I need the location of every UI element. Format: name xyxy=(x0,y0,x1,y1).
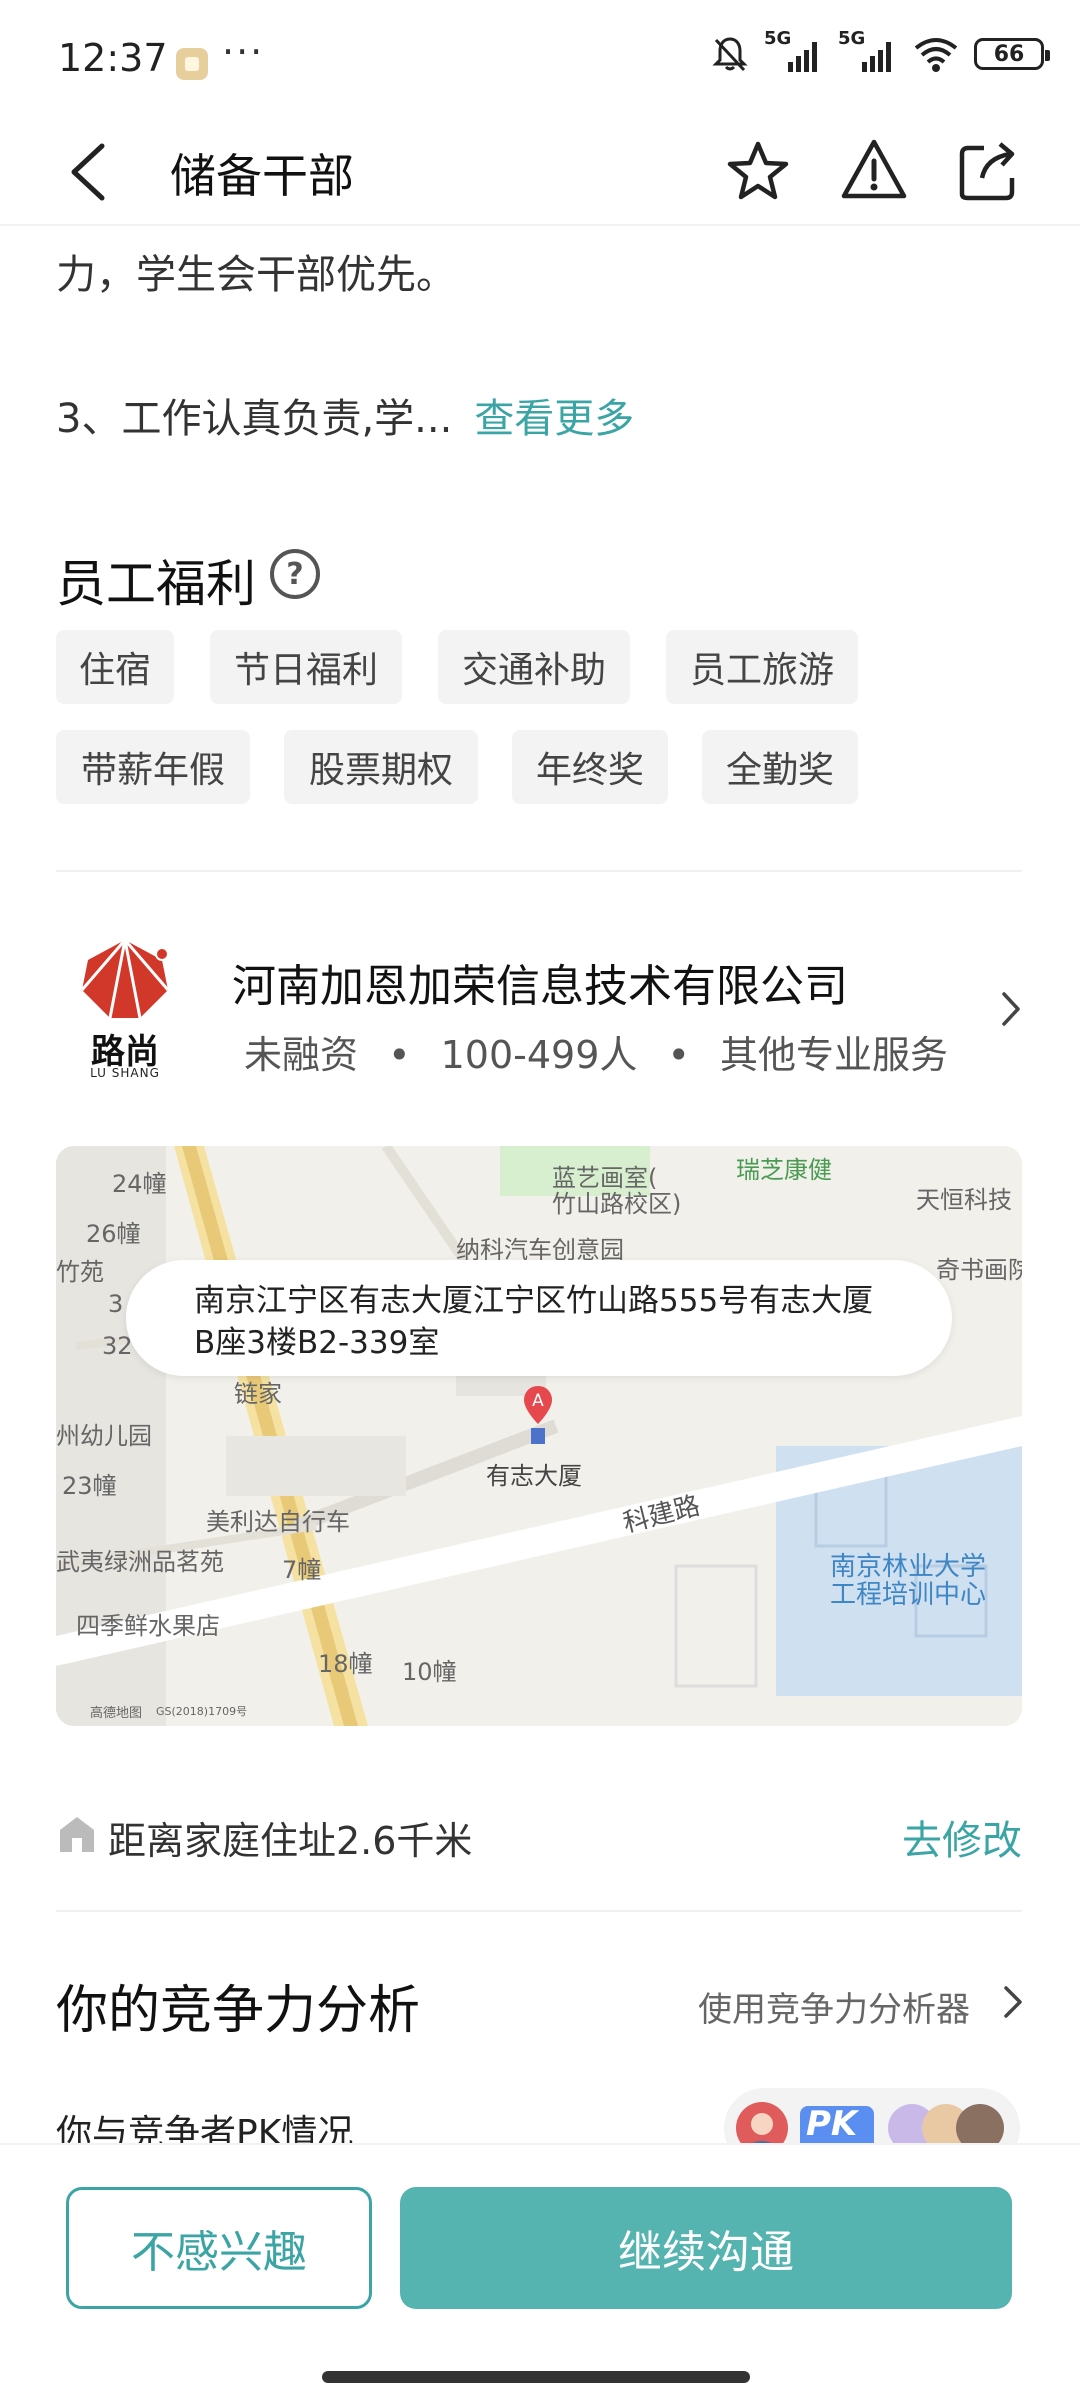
help-icon[interactable]: ? xyxy=(270,549,320,599)
company-card[interactable]: 路尚 LU SHANG 河南加恩加荣信息技术有限公司 未融资 • 100-499… xyxy=(0,920,1080,1100)
meta-separator: • xyxy=(667,1033,690,1077)
status-more: ··· xyxy=(222,30,265,74)
status-icons: 5G 5G 66 xyxy=(710,28,1050,74)
company-industry: 其他专业服务 xyxy=(720,1033,949,1077)
company-funding: 未融资 xyxy=(244,1033,359,1077)
location-map[interactable]: 24幢 26幢 蓝艺画室( 竹山路校区) 瑞芝康健 天恒科技 纳科汽车创意园 竹… xyxy=(56,1146,1022,1726)
map-label: 瑞芝康健 xyxy=(736,1156,832,1184)
benefit-tag: 带薪年假 xyxy=(56,730,250,804)
benefit-tag: 交通补助 xyxy=(438,630,630,704)
job-description-text: 3、工作认真负责,学... xyxy=(56,396,453,442)
job-description-truncated: 3、工作认真负责,学... 查看更多 xyxy=(56,386,634,444)
home-distance: 距离家庭住址2.6千米 去修改 xyxy=(56,1804,1022,1864)
map-label: 23幢 xyxy=(62,1472,117,1500)
meta-separator: • xyxy=(388,1033,411,1077)
map-label: 10幢 xyxy=(402,1658,457,1686)
home-icon xyxy=(60,1817,94,1852)
edit-home-address-link[interactable]: 去修改 xyxy=(902,1808,1022,1866)
job-detail-content[interactable]: 力，学生会干部优先。 3、工作认真负责,学... 查看更多 员工福利 ? 住宿 节… xyxy=(0,228,1080,2143)
map-label: 24幢 xyxy=(112,1170,167,1198)
home-indicator[interactable] xyxy=(322,2371,750,2383)
company-size: 100-499人 xyxy=(440,1033,638,1077)
battery-level: 66 xyxy=(993,41,1025,67)
status-time: 12:37 xyxy=(58,36,168,80)
map-label: 3 xyxy=(108,1290,124,1318)
company-logo-subtext: LU SHANG xyxy=(90,1066,160,1080)
map-pin-letter: A xyxy=(532,1391,544,1411)
signal-icon: 5G xyxy=(764,28,824,74)
benefits-title: 员工福利 xyxy=(56,555,256,613)
benefit-tag: 全勤奖 xyxy=(702,730,858,804)
map-label: 天恒科技 xyxy=(916,1186,1012,1214)
signal-icon-2: 5G xyxy=(838,28,898,74)
map-label: 7幢 xyxy=(282,1556,322,1584)
competition-analyzer-link[interactable]: 使用竞争力分析器 xyxy=(698,1982,970,2031)
company-name: 河南加恩加荣信息技术有限公司 xyxy=(232,961,848,1012)
battery-icon: 66 xyxy=(974,38,1050,70)
home-distance-text: 距离家庭住址2.6千米 xyxy=(108,1819,473,1863)
competitor-avatars xyxy=(736,2102,1004,2143)
chevron-right-icon[interactable] xyxy=(1000,1980,1026,2024)
pk-label: PK xyxy=(806,2104,858,2143)
map-label: 链家 xyxy=(234,1380,282,1408)
map-label: 四季鲜水果店 xyxy=(76,1612,220,1640)
divider xyxy=(56,870,1022,872)
map-label: 州幼儿园 xyxy=(56,1422,152,1450)
divider xyxy=(56,1910,1022,1912)
back-icon[interactable] xyxy=(60,132,120,212)
star-icon[interactable] xyxy=(718,132,798,212)
continue-chat-button[interactable]: 继续沟通 xyxy=(400,2187,1012,2309)
map-label: 武夷绿洲品茗苑 xyxy=(56,1548,224,1576)
competition-title: 你的竞争力分析 xyxy=(56,1981,421,2041)
company-logo-mark xyxy=(80,939,170,1019)
share-icon[interactable] xyxy=(948,132,1028,212)
benefit-tag: 员工旅游 xyxy=(666,630,858,704)
map-license: GS(2018)1709号 xyxy=(156,1705,248,1718)
company-logo: 路尚 LU SHANG xyxy=(70,938,180,1080)
company-meta: 未融资 • 100-499人 • 其他专业服务 xyxy=(244,1024,948,1079)
network-label: 5G xyxy=(764,28,792,49)
job-description-line: 力，学生会干部优先。 xyxy=(56,252,456,298)
map-pin-icon: A xyxy=(524,1386,552,1444)
map-label: 美利达自行车 xyxy=(206,1508,350,1536)
report-icon[interactable] xyxy=(834,132,914,212)
benefit-tag: 年终奖 xyxy=(512,730,668,804)
address-line-2: B座3楼B2-339室 xyxy=(194,1325,440,1361)
map-label: 有志大厦 xyxy=(486,1462,582,1490)
map-label: 竹苑 xyxy=(56,1258,104,1286)
address-line-1: 南京江宁区有志大厦江宁区竹山路555号有志大厦 xyxy=(194,1283,874,1319)
nav-bar: 储备干部 xyxy=(0,120,1080,226)
wifi-icon xyxy=(914,38,958,72)
app-notification-icon xyxy=(176,48,208,80)
map-label: 竹山路校区) xyxy=(552,1190,682,1218)
map-attribution: 高德地图 xyxy=(90,1706,143,1721)
bell-off-icon xyxy=(712,37,748,72)
competitor-pk-badge[interactable]: PK xyxy=(724,2088,1020,2143)
competitor-pk-label: 你与竞争者PK情况 xyxy=(56,2113,354,2143)
map-label: 18幢 xyxy=(318,1650,373,1678)
network-label-2: 5G xyxy=(838,28,866,49)
map-label: 26幢 xyxy=(86,1220,141,1248)
see-more-link[interactable]: 查看更多 xyxy=(474,396,634,442)
benefit-tag: 股票期权 xyxy=(284,730,478,804)
chevron-right-icon[interactable] xyxy=(996,984,1026,1034)
map-label: 工程培训中心 xyxy=(830,1580,987,1610)
bottom-action-bar: 不感兴趣 继续沟通 xyxy=(0,2143,1080,2400)
not-interested-button[interactable]: 不感兴趣 xyxy=(66,2187,372,2309)
benefit-tag: 住宿 xyxy=(56,630,174,704)
benefit-tag: 节日福利 xyxy=(210,630,402,704)
status-bar: 12:37 ··· 5G 5G 66 xyxy=(0,0,1080,120)
page-title: 储备干部 xyxy=(170,149,354,203)
address-bubble: 南京江宁区有志大厦江宁区竹山路555号有志大厦 B座3楼B2-339室 xyxy=(126,1260,952,1376)
